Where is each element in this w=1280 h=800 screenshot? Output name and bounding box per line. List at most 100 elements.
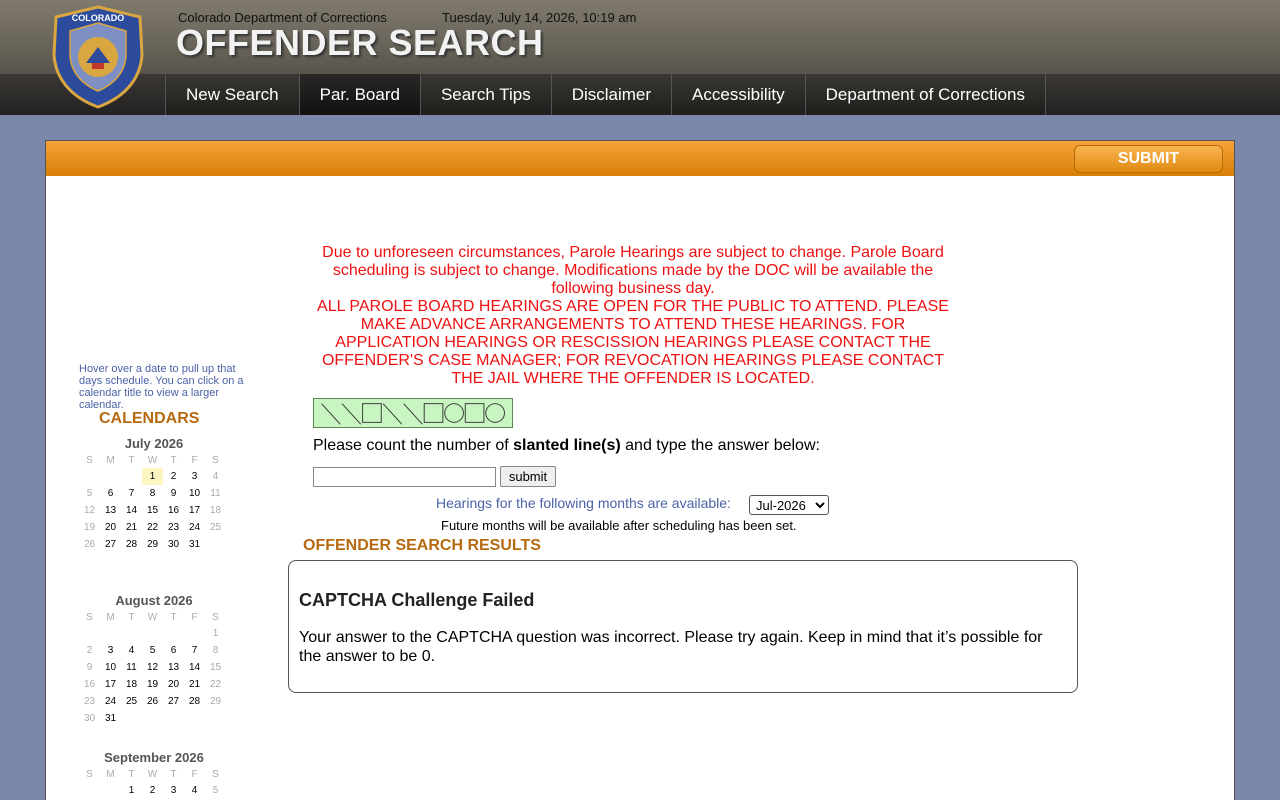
captcha-shape-slash [341, 403, 362, 425]
notice-schedule-change: Due to unforeseen circumstances, Parole … [322, 244, 944, 297]
weekday-label: T [128, 612, 135, 623]
calendar-day[interactable]: 1 [205, 625, 226, 642]
calendar-day[interactable]: 24 [100, 693, 121, 710]
calendar-day[interactable]: 11 [205, 485, 226, 502]
calendar-day[interactable]: 22 [205, 676, 226, 693]
calendar-day[interactable]: 6 [100, 485, 121, 502]
calendar-day[interactable]: 9 [163, 485, 184, 502]
calendar-day[interactable]: 3 [184, 468, 205, 485]
nav-new-search[interactable]: New Search [166, 74, 300, 115]
calendar-day[interactable]: 10 [184, 485, 205, 502]
calendar-day[interactable]: 17 [184, 502, 205, 519]
calendar-day[interactable]: 28 [184, 693, 205, 710]
calendar-day[interactable]: 5 [79, 485, 100, 502]
calendar-title[interactable]: September 2026 [79, 750, 229, 765]
weekday-label: T [170, 455, 177, 466]
calendar-day[interactable]: 3 [100, 642, 121, 659]
calendar-day[interactable]: 1 [142, 468, 163, 485]
calendar-day[interactable]: 8 [205, 642, 226, 659]
calendar-day[interactable]: 20 [100, 519, 121, 536]
calendar-title[interactable]: August 2026 [79, 593, 229, 608]
calendar-day[interactable]: 4 [121, 642, 142, 659]
nav-search-tips[interactable]: Search Tips [420, 74, 552, 115]
svg-text:COLORADO: COLORADO [72, 13, 125, 23]
calendar-day[interactable]: 27 [100, 536, 121, 553]
calendar-day[interactable]: 18 [121, 676, 142, 693]
calendar-day[interactable]: 7 [121, 485, 142, 502]
calendar-day[interactable]: 23 [163, 519, 184, 536]
calendar-day[interactable]: 13 [100, 502, 121, 519]
calendar-day[interactable]: 16 [163, 502, 184, 519]
calendar-day[interactable]: 29 [205, 693, 226, 710]
calendar-day[interactable]: 9 [79, 659, 100, 676]
panel-toolbar: SUBMIT [46, 141, 1234, 176]
nav-disclaimer[interactable]: Disclaimer [551, 74, 673, 115]
site-header: COLORADO Colorado Department of Correcti… [0, 0, 1280, 115]
calendar-day[interactable]: 23 [79, 693, 100, 710]
calendar-day[interactable]: 6 [163, 642, 184, 659]
weekday-label: S [212, 769, 219, 780]
weekday-label: F [191, 769, 198, 780]
calendar-day[interactable]: 15 [205, 659, 226, 676]
captcha-submit-button[interactable]: submit [500, 466, 556, 487]
calendar-day[interactable]: 30 [79, 710, 100, 727]
calendar-day[interactable]: 14 [121, 502, 142, 519]
calendar-day[interactable]: 16 [79, 676, 100, 693]
calendar-day[interactable]: 30 [163, 536, 184, 553]
calendar-day[interactable]: 19 [79, 519, 100, 536]
calendar-day[interactable]: 26 [142, 693, 163, 710]
calendar-day[interactable]: 2 [163, 468, 184, 485]
calendar-day[interactable]: 21 [121, 519, 142, 536]
calendar-blank-cell [100, 625, 121, 642]
calendar-day[interactable]: 22 [142, 519, 163, 536]
calendar-day[interactable]: 2 [79, 642, 100, 659]
calendar-day[interactable]: 25 [121, 693, 142, 710]
nav-accessibility[interactable]: Accessibility [672, 74, 806, 115]
colorado-doc-seal-logo[interactable]: COLORADO [50, 5, 146, 109]
site-title: OFFENDER SEARCH [176, 22, 544, 63]
calendar-day[interactable]: 11 [121, 659, 142, 676]
calendar-day[interactable]: 8 [142, 485, 163, 502]
captcha-shape-circle [444, 403, 464, 423]
weekday-label: W [147, 455, 158, 466]
calendar-day[interactable]: 28 [121, 536, 142, 553]
nav-department-of-corrections[interactable]: Department of Corrections [805, 74, 1047, 115]
calendar-day[interactable]: 24 [184, 519, 205, 536]
calendar-day[interactable]: 27 [163, 693, 184, 710]
results-box: CAPTCHA Challenge Failed Your answer to … [288, 560, 1078, 693]
captcha-answer-input[interactable] [313, 467, 496, 487]
captcha-shape-slash [382, 403, 403, 425]
calendar-day[interactable]: 20 [163, 676, 184, 693]
calendar-day[interactable]: 29 [142, 536, 163, 553]
calendar-day[interactable]: 26 [79, 536, 100, 553]
calendar-day[interactable]: 13 [163, 659, 184, 676]
calendar-day[interactable]: 31 [184, 536, 205, 553]
calendar-day[interactable]: 12 [142, 659, 163, 676]
captcha-shape-slash [321, 403, 341, 425]
calendar-day[interactable]: 17 [100, 676, 121, 693]
calendar-day[interactable]: 25 [205, 519, 226, 536]
calendar-day[interactable]: 21 [184, 676, 205, 693]
calendar-day[interactable]: 12 [79, 502, 100, 519]
calendar-day[interactable]: 14 [184, 659, 205, 676]
calendar-day[interactable]: 5 [205, 782, 226, 799]
calendar-day[interactable]: 4 [205, 468, 226, 485]
calendar-day[interactable]: 5 [142, 642, 163, 659]
calendar-day[interactable]: 31 [100, 710, 121, 727]
hearing-month-select[interactable]: Jul-2026 [749, 495, 829, 515]
calendar-day[interactable]: 10 [100, 659, 121, 676]
calendar-title[interactable]: July 2026 [79, 436, 229, 451]
calendar-day[interactable]: 15 [142, 502, 163, 519]
calendar-day[interactable]: 1 [121, 782, 142, 799]
weekday-label: F [191, 612, 198, 623]
calendar-day[interactable]: 18 [205, 502, 226, 519]
calendar-day[interactable]: 3 [163, 782, 184, 799]
submit-button[interactable]: SUBMIT [1074, 145, 1223, 173]
calendar-day[interactable]: 19 [142, 676, 163, 693]
calendar-day[interactable]: 4 [184, 782, 205, 799]
nav-parole-board[interactable]: Par. Board [299, 74, 421, 115]
calendar-day[interactable]: 7 [184, 642, 205, 659]
weekday-label: S [212, 455, 219, 466]
calendar-day[interactable]: 2 [142, 782, 163, 799]
captcha-question-suffix: and type the answer below: [620, 437, 820, 454]
